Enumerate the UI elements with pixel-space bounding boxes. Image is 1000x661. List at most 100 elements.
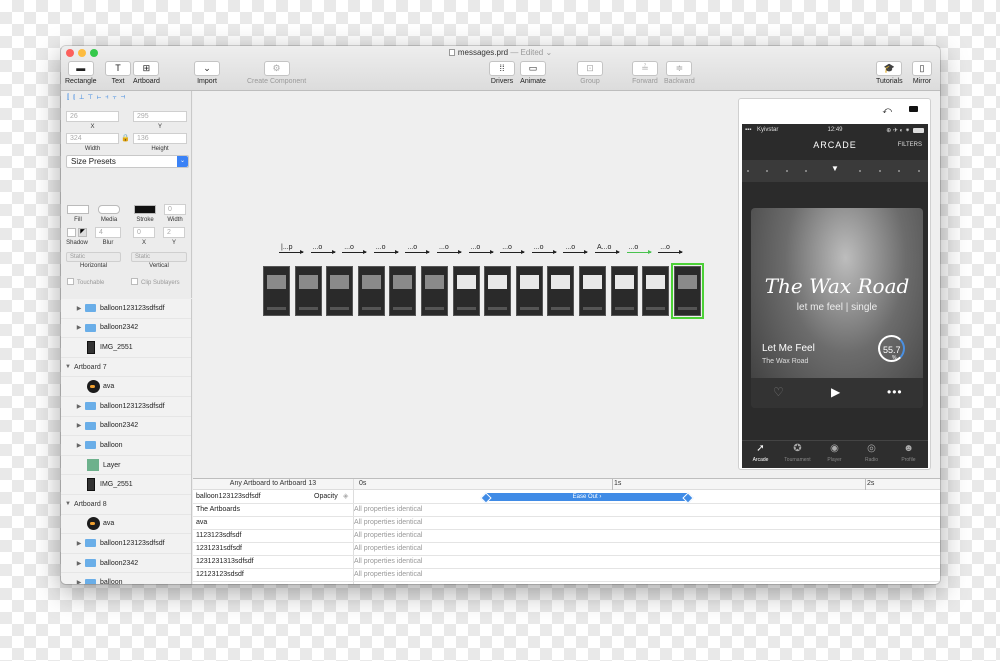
tab-profile[interactable]: ☻ Profile: [890, 443, 927, 463]
transition-arrow[interactable]: [279, 250, 304, 254]
media-swatch[interactable]: [98, 205, 120, 214]
filters-button[interactable]: FILTERS: [898, 142, 922, 148]
transition-label[interactable]: |...p: [281, 244, 293, 251]
vertical-select[interactable]: Static: [131, 252, 187, 262]
artboard-thumbnail[interactable]: [421, 266, 448, 316]
artboard-thumbnail[interactable]: [389, 266, 417, 316]
stroke-width-field[interactable]: 0: [164, 204, 186, 215]
horizontal-select[interactable]: Static: [66, 252, 121, 262]
layer-row[interactable]: ▶ balloon2342: [61, 319, 191, 339]
play-icon[interactable]: ▶: [831, 385, 840, 399]
canvas[interactable]: |...p ...o ...o ...o ...o ...o ...o ...o ...o...…: [193, 91, 940, 478]
x-field[interactable]: 26: [66, 111, 119, 122]
transition-label[interactable]: ...o: [407, 244, 417, 251]
timeline-row[interactable]: The Artboards All properties identical: [193, 504, 940, 517]
height-field[interactable]: 136: [133, 133, 187, 144]
timeline-row[interactable]: 1231231sdfsdf All properties identical: [193, 543, 940, 556]
layer-row[interactable]: ▶ balloon2342: [61, 417, 191, 437]
artboard-thumbnail[interactable]: [484, 266, 512, 316]
mirror-button[interactable]: ▯ Mirror: [912, 61, 932, 85]
artboard-thumbnail[interactable]: [294, 266, 322, 316]
disclosure-icon[interactable]: ▶: [75, 403, 83, 410]
disclosure-icon[interactable]: ▶: [75, 579, 83, 584]
artboard-thumbnail[interactable]: [515, 266, 543, 316]
tab-radio[interactable]: ◎ Radio: [853, 443, 890, 463]
transition-label[interactable]: ...o: [439, 244, 449, 251]
backward-button[interactable]: ≑ Backward: [664, 61, 695, 85]
width-field[interactable]: 324: [66, 133, 119, 144]
layer-row[interactable]: ▶ balloon2342: [61, 554, 191, 574]
animation-bar[interactable]: Ease Out ›: [486, 493, 688, 501]
group-button[interactable]: ⊡ Group: [577, 61, 603, 85]
artboard-thumbnail[interactable]: [579, 266, 606, 316]
rectangle-tool[interactable]: ▬ Rectangle: [65, 61, 97, 85]
animate-button[interactable]: ▭ Animate: [520, 61, 546, 85]
disclosure-icon[interactable]: ▶: [75, 324, 83, 331]
disclosure-open-icon[interactable]: ▼: [64, 501, 72, 507]
artboard-thumbnail[interactable]: [263, 266, 290, 316]
transition-label[interactable]: ...o: [660, 244, 670, 251]
heart-icon[interactable]: ♡: [773, 385, 784, 399]
timeline-row[interactable]: ava All properties identical: [193, 517, 940, 530]
transition-name[interactable]: Any Artboard to Artboard 13: [193, 480, 353, 487]
transition-label[interactable]: ...o: [534, 244, 544, 251]
lock-icon[interactable]: 🔒: [121, 134, 130, 142]
layer-row[interactable]: Layer: [61, 456, 191, 476]
album-card[interactable]: The Wax Road let me feel | single Let Me…: [751, 208, 923, 408]
disclosure-icon[interactable]: ▶: [75, 305, 83, 312]
disclosure-icon[interactable]: ▶: [75, 540, 83, 547]
edited-status[interactable]: — Edited ⌄: [510, 48, 552, 57]
artboard-thumbnail[interactable]: [610, 266, 638, 316]
keyframe-icon[interactable]: ◈: [343, 492, 348, 500]
disclosure-open-icon[interactable]: ▼: [64, 364, 72, 370]
timeline-row[interactable]: 1231231313sdfsdf All properties identical: [193, 556, 940, 569]
clip-sublayers-checkbox[interactable]: Clip Sublayers: [131, 278, 180, 286]
layer-row[interactable]: ▶ balloon123123sdfsdf: [61, 534, 191, 554]
artboard-thumbnail[interactable]: [452, 266, 480, 316]
shadow-x-field[interactable]: 0: [133, 227, 155, 238]
transition-arrow[interactable]: [626, 250, 652, 254]
layer-row[interactable]: ava: [61, 377, 191, 397]
transition-label[interactable]: ...o: [376, 244, 386, 251]
transition-label[interactable]: ...o: [502, 244, 512, 251]
transition-arrow[interactable]: [531, 250, 557, 254]
tutorials-button[interactable]: 🎓 Tutorials: [876, 61, 903, 85]
text-tool[interactable]: T Text: [105, 61, 131, 85]
layer-row[interactable]: IMG_2551: [61, 338, 191, 358]
more-icon[interactable]: •••: [887, 385, 903, 399]
artboard-thumbnail[interactable]: [326, 266, 354, 316]
shadow-color-swatch[interactable]: ◤: [78, 228, 87, 237]
layer-row[interactable]: ▶ balloon: [61, 573, 191, 584]
timeline-row[interactable]: 1123123sdfsdf All properties identical: [193, 530, 940, 543]
transition-label[interactable]: ...o: [344, 244, 354, 251]
shadow-y-field[interactable]: 2: [163, 227, 185, 238]
size-presets-select[interactable]: Size Presets ⌄: [66, 155, 189, 168]
touchable-checkbox[interactable]: Touchable: [67, 278, 104, 286]
tab-arcade[interactable]: ➚ Arcade: [742, 443, 779, 463]
transition-label[interactable]: ...o: [565, 244, 575, 251]
y-field[interactable]: 295: [133, 111, 187, 122]
layer-row[interactable]: ▶ balloon123123sdfsdf: [61, 299, 191, 319]
transition-arrow[interactable]: [373, 250, 399, 254]
tab-player[interactable]: ◉ Player: [816, 443, 853, 463]
layer-row[interactable]: ava: [61, 515, 191, 535]
disclosure-icon[interactable]: ▶: [75, 422, 83, 429]
transition-arrow[interactable]: [468, 250, 494, 254]
import-button[interactable]: ⌄ Import: [194, 61, 220, 85]
artboard-thumbnail[interactable]: [642, 266, 670, 316]
shadow-toggle[interactable]: [67, 228, 76, 237]
layer-row[interactable]: ▶ balloon123123sdfsdf: [61, 397, 191, 417]
transition-label[interactable]: ...o: [313, 244, 323, 251]
transition-arrow[interactable]: [437, 250, 462, 254]
layer-row[interactable]: ▶ balloon: [61, 436, 191, 456]
align-controls[interactable]: ⫿ ⫾ ⊥ ⊤ ⊢ ⫞ ⫟ ⊣: [67, 94, 126, 102]
transition-label[interactable]: ...o: [471, 244, 481, 251]
fill-swatch[interactable]: [67, 205, 89, 214]
undo-icon[interactable]: ⤺: [882, 105, 892, 116]
artboard-row[interactable]: ▼ Artboard 8: [61, 495, 191, 515]
video-camera-icon[interactable]: [909, 106, 918, 112]
transition-label[interactable]: ...o: [629, 244, 639, 251]
timeline-row[interactable]: balloon123123sdfsdf Opacity ◈ Ease Out ›: [193, 491, 940, 504]
create-component-button[interactable]: ⚙ Create Component: [247, 61, 306, 85]
tab-tournament[interactable]: ✪ Tournament: [779, 443, 816, 463]
